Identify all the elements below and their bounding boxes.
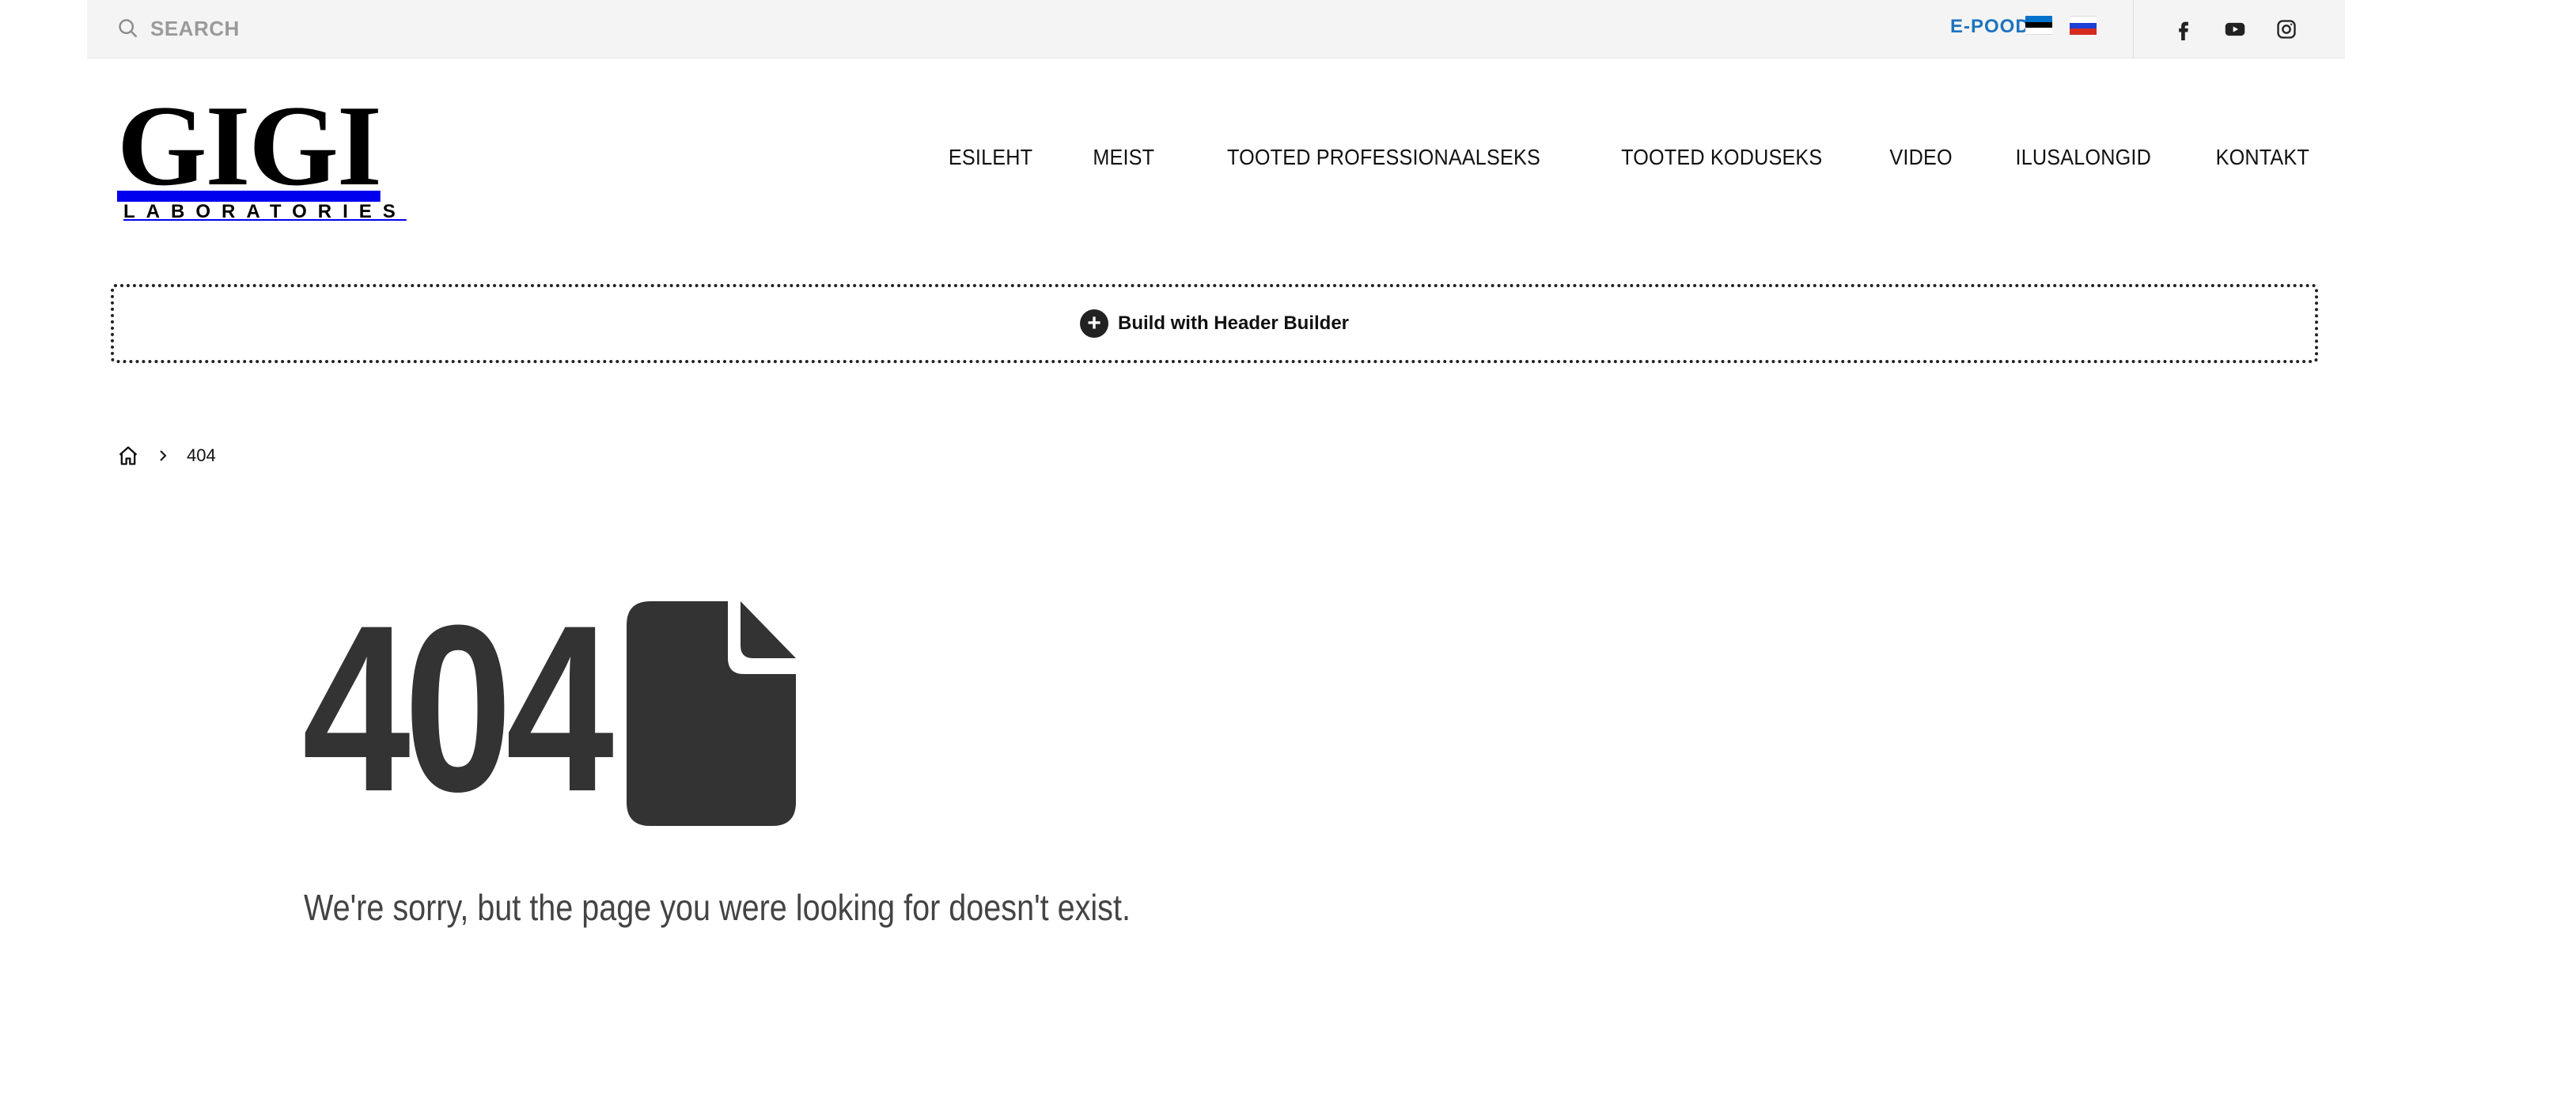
header-builder-button[interactable]: + Build with Header Builder bbox=[111, 284, 2318, 363]
nav-item-video[interactable]: VIDEO bbox=[1889, 145, 1952, 170]
document-icon bbox=[627, 601, 796, 826]
youtube-icon bbox=[2225, 22, 2245, 36]
search-box[interactable] bbox=[117, 14, 468, 43]
breadcrumb: 404 bbox=[117, 445, 216, 467]
facebook-icon bbox=[2179, 21, 2188, 40]
error-code: 404 bbox=[302, 575, 614, 841]
header-builder-label: Build with Header Builder bbox=[1117, 312, 1350, 334]
home-icon bbox=[119, 446, 138, 465]
e-pood-link[interactable]: E-POOD bbox=[1950, 16, 2030, 38]
search-icon bbox=[119, 19, 138, 38]
top-bar: E-POOD bbox=[87, 0, 2345, 59]
russian-flag[interactable] bbox=[2070, 16, 2097, 36]
topbar-divider bbox=[2133, 0, 2134, 58]
chevron-right-icon bbox=[160, 450, 167, 461]
estonian-flag[interactable] bbox=[2025, 16, 2052, 36]
breadcrumb-home-link[interactable] bbox=[117, 445, 139, 467]
instagram-link[interactable] bbox=[2275, 17, 2298, 41]
nav-item-meist[interactable]: MEIST bbox=[1093, 145, 1154, 170]
main-nav: ESILEHT MEIST TOOTED PROFESSIONAALSEKS T… bbox=[944, 145, 2315, 170]
logo-tagline: LABORATORIES bbox=[123, 201, 407, 222]
site-logo[interactable]: GIGI LABORATORIES bbox=[117, 81, 407, 222]
nav-item-kontakt[interactable]: KONTAKT bbox=[2216, 145, 2309, 170]
nav-item-tooted-koduseks[interactable]: TOOTED KODUSEKS bbox=[1621, 145, 1822, 170]
nav-item-tooted-professionaalseks[interactable]: TOOTED PROFESSIONAALSEKS bbox=[1227, 145, 1540, 170]
search-input[interactable] bbox=[149, 15, 468, 42]
nav-item-ilusalongid[interactable]: ILUSALONGID bbox=[2015, 145, 2150, 170]
error-message: We're sorry, but the page you were looki… bbox=[304, 887, 1131, 928]
youtube-link[interactable] bbox=[2223, 17, 2247, 41]
facebook-link[interactable] bbox=[2172, 17, 2195, 41]
breadcrumb-current: 404 bbox=[187, 445, 216, 465]
instagram-icon bbox=[2277, 20, 2296, 39]
logo-wordmark: GIGI bbox=[117, 81, 382, 210]
nav-item-esileht[interactable]: ESILEHT bbox=[949, 145, 1032, 170]
plus-circle-icon: + bbox=[1079, 309, 1108, 338]
